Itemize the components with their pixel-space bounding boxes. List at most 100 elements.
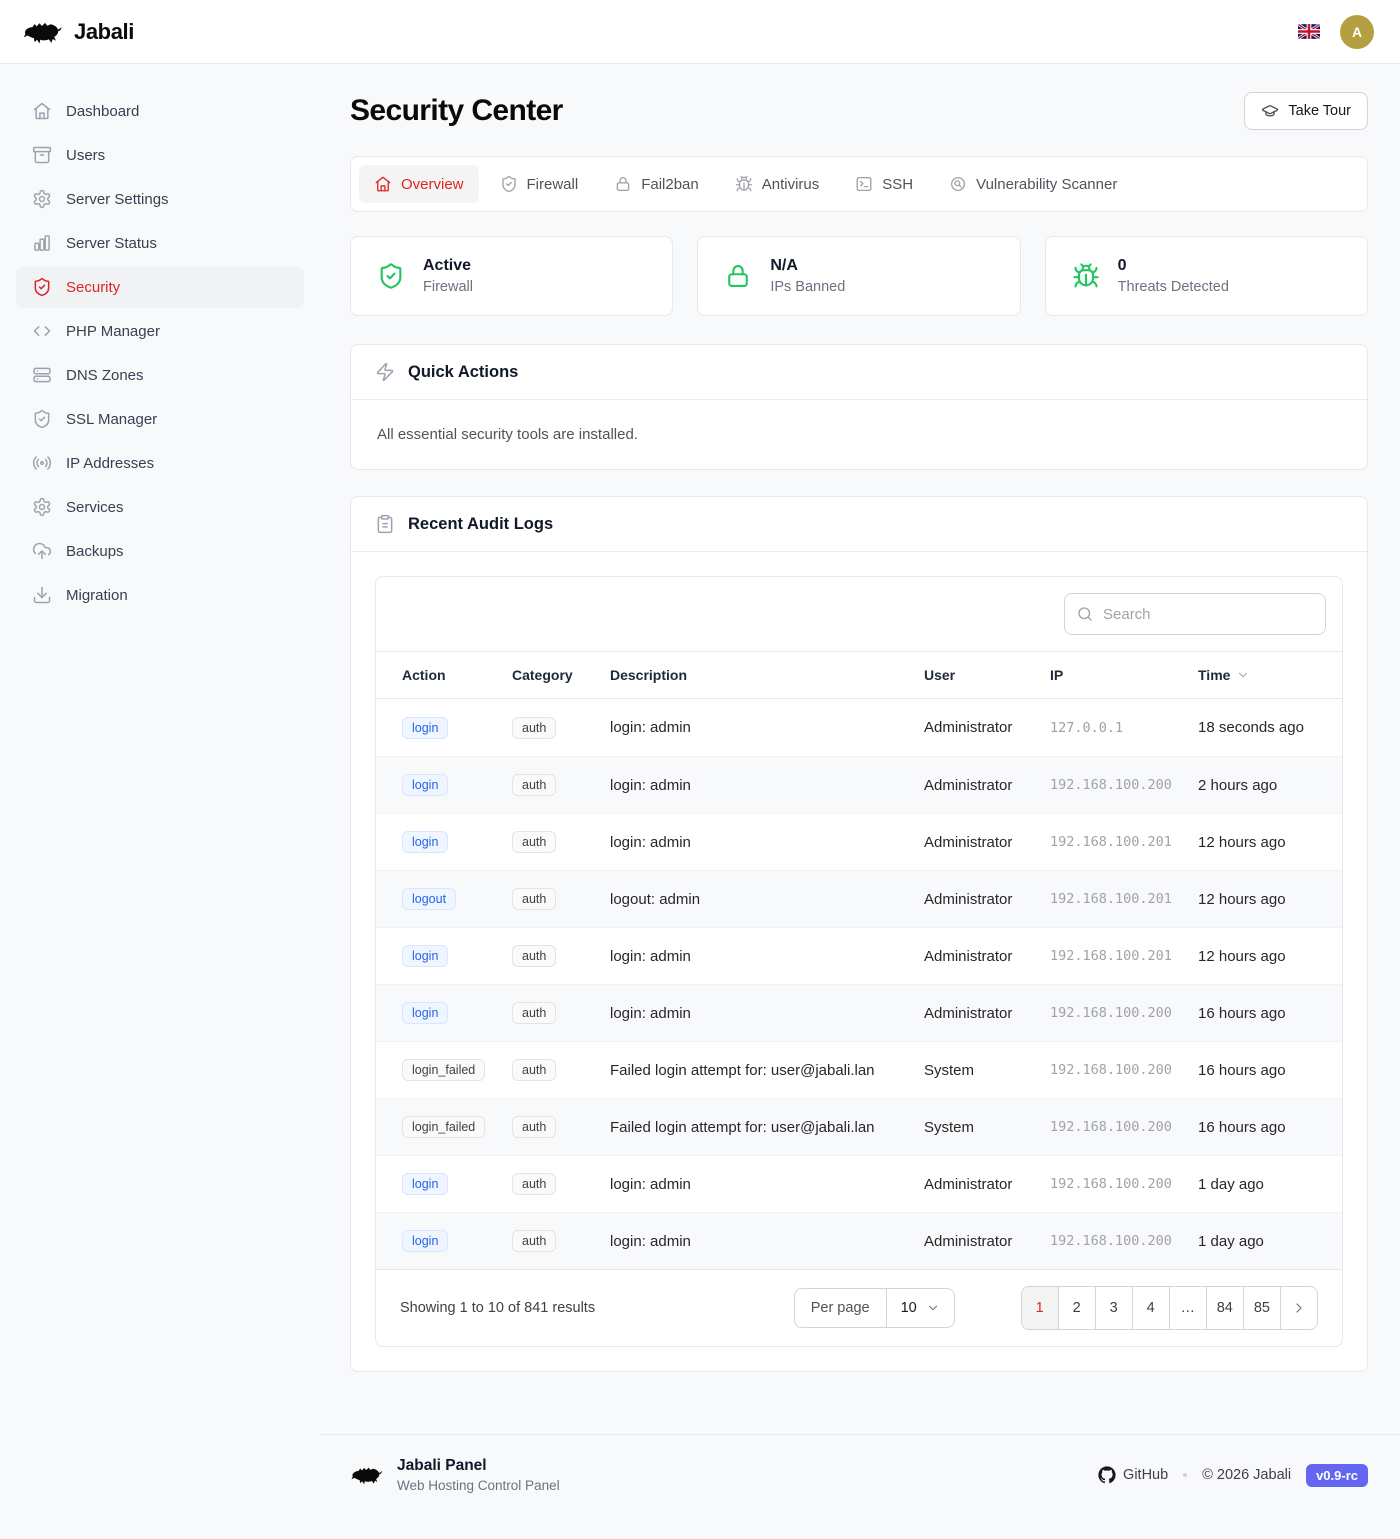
next-page-button[interactable]	[1280, 1286, 1318, 1330]
category-badge: auth	[512, 831, 556, 853]
audit-logs-title: Recent Audit Logs	[408, 515, 553, 534]
tab-vulnerability-scanner[interactable]: Vulnerability Scanner	[934, 165, 1132, 203]
page-button[interactable]: …	[1169, 1286, 1207, 1330]
description-cell: login: admin	[610, 834, 924, 851]
sidebar-item-label: Server Settings	[66, 191, 169, 208]
sidebar-item-backups[interactable]: Backups	[16, 530, 304, 572]
column-header-user[interactable]: User	[924, 667, 1050, 683]
status-value: 0	[1118, 257, 1229, 275]
description-cell: Failed login attempt for: user@jabali.la…	[610, 1119, 924, 1136]
user-cell: Administrator	[924, 1176, 1050, 1193]
time-cell: 12 hours ago	[1198, 891, 1316, 908]
column-header-time-label: Time	[1198, 667, 1230, 683]
tab-label: SSH	[882, 176, 913, 193]
table-body: login auth login: admin Administrator 12…	[376, 699, 1342, 1269]
column-header-category[interactable]: Category	[512, 667, 610, 683]
brand-name: Jabali	[74, 19, 134, 45]
brand-logo[interactable]: Jabali	[22, 17, 134, 47]
description-cell: Failed login attempt for: user@jabali.la…	[610, 1062, 924, 1079]
category-badge: auth	[512, 888, 556, 910]
page-button[interactable]: 4	[1132, 1286, 1170, 1330]
sidebar-item-migration[interactable]: Migration	[16, 574, 304, 616]
pagination: Showing 1 to 10 of 841 results Per page …	[376, 1269, 1342, 1346]
tab-overview[interactable]: Overview	[359, 165, 479, 203]
topbar: Jabali A	[0, 0, 1400, 64]
page-button[interactable]: 1	[1021, 1286, 1059, 1330]
language-flag-icon[interactable]	[1298, 24, 1320, 39]
page-button[interactable]: 84	[1206, 1286, 1244, 1330]
sidebar-item-php-manager[interactable]: PHP Manager	[16, 310, 304, 352]
table-row: login auth login: admin Administrator 12…	[376, 699, 1342, 756]
user-cell: System	[924, 1062, 1050, 1079]
table-row: login_failed auth Failed login attempt f…	[376, 1041, 1342, 1098]
sidebar-item-dashboard[interactable]: Dashboard	[16, 90, 304, 132]
table-row: login_failed auth Failed login attempt f…	[376, 1098, 1342, 1155]
scan-search-icon	[949, 175, 967, 193]
github-link[interactable]: GitHub	[1098, 1466, 1168, 1484]
footer-boar-logo-icon	[350, 1463, 384, 1487]
server-icon	[32, 365, 52, 385]
search-input[interactable]	[1064, 593, 1326, 635]
bug-icon	[735, 175, 753, 193]
home-icon	[374, 175, 392, 193]
description-cell: login: admin	[610, 1005, 924, 1022]
table-row: logout auth logout: admin Administrator …	[376, 870, 1342, 927]
status-label: Firewall	[423, 279, 473, 295]
sidebar-item-ip-addresses[interactable]: IP Addresses	[16, 442, 304, 484]
sidebar-item-label: Backups	[66, 543, 124, 560]
page-button[interactable]: 2	[1058, 1286, 1096, 1330]
sidebar-item-users[interactable]: Users	[16, 134, 304, 176]
sidebar-item-security[interactable]: Security	[16, 266, 304, 308]
bug-icon	[1072, 262, 1100, 290]
user-cell: Administrator	[924, 948, 1050, 965]
sidebar-item-label: Users	[66, 147, 105, 164]
tab-ssh[interactable]: SSH	[840, 165, 928, 203]
time-cell: 1 day ago	[1198, 1233, 1316, 1250]
bar-chart-icon	[32, 233, 52, 253]
take-tour-button[interactable]: Take Tour	[1244, 92, 1368, 130]
column-header-ip[interactable]: IP	[1050, 667, 1198, 683]
description-cell: login: admin	[610, 777, 924, 794]
column-header-action[interactable]: Action	[402, 667, 512, 683]
sort-chevron-down-icon	[1236, 668, 1250, 682]
status-cards: Active Firewall N/A IPs Banned	[350, 236, 1368, 316]
table-row: login auth login: admin Administrator 19…	[376, 927, 1342, 984]
quick-actions-card: Quick Actions All essential security too…	[350, 344, 1368, 470]
results-summary: Showing 1 to 10 of 841 results	[400, 1300, 794, 1316]
sidebar-item-dns-zones[interactable]: DNS Zones	[16, 354, 304, 396]
ip-cell: 192.168.100.200	[1050, 777, 1198, 793]
page-title: Security Center	[350, 94, 563, 128]
quick-actions-message: All essential security tools are install…	[351, 400, 1367, 469]
status-label: IPs Banned	[770, 279, 845, 295]
shield-check-icon	[32, 277, 52, 297]
status-label: Threats Detected	[1118, 279, 1229, 295]
gear-icon	[32, 189, 52, 209]
page-buttons: 1 2 3 4 … 84 8	[1021, 1286, 1318, 1330]
time-cell: 16 hours ago	[1198, 1005, 1316, 1022]
per-page-select[interactable]: Per page 10	[794, 1288, 955, 1328]
column-header-time[interactable]: Time	[1198, 667, 1316, 683]
tab-antivirus[interactable]: Antivirus	[720, 165, 835, 203]
category-badge: auth	[512, 1002, 556, 1024]
sidebar-item-server-status[interactable]: Server Status	[16, 222, 304, 264]
graduation-cap-icon	[1261, 102, 1279, 120]
lock-icon	[724, 262, 752, 290]
column-header-description[interactable]: Description	[610, 667, 924, 683]
sidebar-item-services[interactable]: Services	[16, 486, 304, 528]
time-cell: 12 hours ago	[1198, 834, 1316, 851]
category-badge: auth	[512, 1230, 556, 1252]
zap-icon	[375, 362, 395, 382]
footer-tagline: Web Hosting Control Panel	[397, 1478, 560, 1493]
tab-firewall[interactable]: Firewall	[485, 165, 594, 203]
user-avatar[interactable]: A	[1340, 15, 1374, 49]
shield-check-icon	[500, 175, 518, 193]
page-button[interactable]: 85	[1243, 1286, 1281, 1330]
action-badge: login	[402, 774, 448, 796]
description-cell: login: admin	[610, 1233, 924, 1250]
page-button[interactable]: 3	[1095, 1286, 1133, 1330]
tab-fail2ban[interactable]: Fail2ban	[599, 165, 714, 203]
sidebar-item-ssl-manager[interactable]: SSL Manager	[16, 398, 304, 440]
sidebar-item-server-settings[interactable]: Server Settings	[16, 178, 304, 220]
user-cell: Administrator	[924, 891, 1050, 908]
status-card-firewall: Active Firewall	[350, 236, 673, 316]
